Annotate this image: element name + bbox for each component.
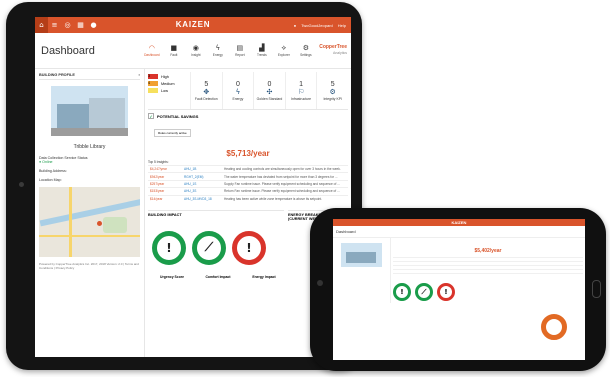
phone-savings-total: $5,402/year <box>474 248 502 254</box>
bell-icon[interactable]: ● <box>294 23 296 28</box>
phone-page-title: Dashboard <box>333 226 585 238</box>
compass-icon: ⟡ <box>281 44 287 52</box>
help-link[interactable]: Help <box>338 23 346 28</box>
phone-top-bar: KAIZEN <box>333 219 585 226</box>
building-name: Tribble Library <box>73 144 106 150</box>
device-mockup: ⌂ ≡ ◎ ▦ ● KAIZEN ● TwoGoodJeopard Help D… <box>0 0 610 377</box>
building-icon[interactable]: ▦ <box>74 17 87 33</box>
phone-energy-donut <box>541 314 567 340</box>
tab-trends[interactable]: ▟ Trends <box>251 44 273 57</box>
phone-device: KAIZEN Dashboard $5,402/year ! ⟋ ! <box>310 208 606 371</box>
phone-comfort-gauge[interactable]: ⟋ <box>415 283 433 301</box>
building-photo <box>51 86 128 136</box>
potential-savings-header: ✓ POTENTIAL SAVINGS <box>148 113 348 119</box>
location-label: Location Map: <box>39 178 62 182</box>
kpi-row: 3 High 4 Medium Low 5 ✥ Fault Detection 0 ϟ En… <box>148 72 348 110</box>
table-row[interactable]: $942/year RGHT_2(EM) The water temperature… <box>148 172 348 181</box>
page-header: Dashboard ◠ Dashboard ■ Fault ◉ Insight ϟ En… <box>35 33 351 69</box>
check-icon: ✓ <box>148 113 154 119</box>
table-row[interactable]: $153/year AHU_3S Return Fan runtime issue.… <box>148 187 348 195</box>
legend-low: Low <box>148 88 190 93</box>
warning-icon: ■ <box>170 44 178 52</box>
tablet-screen: ⌂ ≡ ◎ ▦ ● KAIZEN ● TwoGoodJeopard Help D… <box>35 17 351 357</box>
delete-icon[interactable]: ▪ <box>139 73 140 77</box>
nav-tabs: ◠ Dashboard ■ Fault ◉ Insight ϟ Energy ▤ Repo… <box>141 44 317 57</box>
fault-icon: ✥ <box>203 87 210 96</box>
tablet-camera <box>19 182 24 187</box>
phone-speaker <box>317 280 323 286</box>
savings-total: $5,713/year <box>226 149 270 158</box>
comfort-label: Comfort Impact <box>205 274 231 279</box>
table-row[interactable]: $4,247/year AHU_1B Heating and cooling con… <box>148 164 348 173</box>
rules-select[interactable]: Rules currently active <box>154 129 191 137</box>
user-menu[interactable]: TwoGoodJeopard <box>301 23 333 28</box>
kpi-infrastructure[interactable]: 1 ⚐ Infrastructure <box>284 72 317 109</box>
energy-impact-label: Energy Impact <box>252 274 276 279</box>
kpi-fault-detection[interactable]: 5 ✥ Fault Detection <box>190 72 222 109</box>
menu-icon[interactable]: ≡ <box>48 17 61 33</box>
document-icon: ▤ <box>236 44 244 52</box>
energy-impact-gauge[interactable]: ! <box>232 230 266 265</box>
building-impact-heading: BUILDING IMPACT <box>148 212 182 217</box>
severity-legend: 3 High 4 Medium Low <box>148 72 190 109</box>
comfort-gauge[interactable]: ⟋ <box>192 230 226 265</box>
status-dot-icon: ● <box>39 160 42 164</box>
golden-icon: ✣ <box>266 87 273 96</box>
location-map[interactable] <box>39 187 140 257</box>
tab-settings[interactable]: ⚙ Settings <box>295 44 317 57</box>
kpi-golden-standard[interactable]: 0 ✣ Golden Standard <box>253 72 285 109</box>
building-profile-panel: BUILDING PROFILE ▪ Tribble Library Data C… <box>35 69 145 357</box>
user-icon[interactable]: ● <box>87 17 100 33</box>
map-pin-icon <box>97 221 102 226</box>
building-profile-heading: BUILDING PROFILE <box>39 73 75 77</box>
eye-icon: ◉ <box>192 44 199 52</box>
potential-savings-heading: POTENTIAL SAVINGS <box>157 113 199 119</box>
integrity-icon: ⚙ <box>329 87 336 96</box>
footer-text: Powered by CopperTree Analytics Inc. 201… <box>39 262 139 270</box>
bolt-icon: ϟ <box>215 44 221 52</box>
company-logo: CopperTree Analytics <box>319 44 347 55</box>
gauge-icon: ◠ <box>148 44 155 52</box>
legend-high: 3 High <box>148 74 169 79</box>
urgency-label: Urgency Score <box>160 274 184 279</box>
tab-dashboard[interactable]: ◠ Dashboard <box>141 44 163 57</box>
home-icon[interactable]: ⌂ <box>35 17 48 33</box>
phone-screen: KAIZEN Dashboard $5,402/year ! ⟋ ! <box>333 219 585 360</box>
building-impact-panel: BUILDING IMPACT ! ⟋ ! Urgency Score Comf… <box>148 209 284 320</box>
data-status-value: Online <box>42 160 53 164</box>
tab-explorer[interactable]: ⟡ Explorer <box>273 44 295 57</box>
phone-building-panel <box>333 238 391 303</box>
table-row[interactable]: $257/year AHU_1S Supply Fan runtime issue.… <box>148 179 348 188</box>
phone-building-photo <box>341 243 382 267</box>
top-bar: ⌂ ≡ ◎ ▦ ● KAIZEN ● TwoGoodJeopard Help <box>35 17 351 33</box>
tab-energy[interactable]: ϟ Energy <box>207 44 229 57</box>
tablet-device: ⌂ ≡ ◎ ▦ ● KAIZEN ● TwoGoodJeopard Help D… <box>6 2 362 370</box>
insights-label: Top 5 Insights: <box>148 160 169 164</box>
tab-report[interactable]: ▤ Report <box>229 44 251 57</box>
gear-icon: ⚙ <box>302 44 309 52</box>
legend-medium: 4 Medium <box>148 81 175 86</box>
bar-chart-icon: ▟ <box>259 44 265 52</box>
kpi-integrity[interactable]: 5 ⚙ Integrity KPI <box>316 72 348 109</box>
savings-table: $4,247/year AHU_1B Heating and cooling con… <box>148 164 348 202</box>
infrastructure-icon: ⚐ <box>297 87 305 96</box>
home-button[interactable] <box>592 280 601 298</box>
tab-fault[interactable]: ■ Fault <box>163 44 185 57</box>
urgency-gauge[interactable]: ! <box>152 230 186 265</box>
tab-insight[interactable]: ◉ Insight <box>185 44 207 57</box>
table-row[interactable]: $14/year AHU_3S-MVD3_18 Heating has been a… <box>148 194 348 202</box>
page-title: Dashboard <box>41 44 95 57</box>
phone-urgency-gauge[interactable]: ! <box>393 283 411 301</box>
address-label: Building Address: <box>39 169 67 173</box>
bolt-icon: ϟ <box>235 87 241 96</box>
globe-icon[interactable]: ◎ <box>61 17 74 33</box>
phone-main-panel: $5,402/year ! ⟋ ! <box>391 238 585 303</box>
phone-energy-gauge[interactable]: ! <box>437 283 455 301</box>
kpi-energy[interactable]: 0 ϟ Energy <box>221 72 254 109</box>
